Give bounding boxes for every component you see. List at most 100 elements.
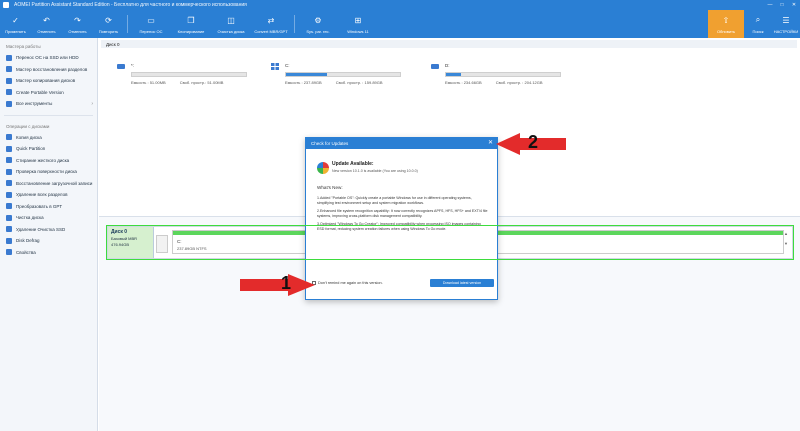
sidebar-item-rebuild-mbr[interactable]: Восстановление загрузочной записи xyxy=(0,178,97,190)
free-space-text: Своб. простр.: 51.00MB xyxy=(179,80,224,85)
search-button[interactable]: ⌕ Поиск xyxy=(744,10,772,38)
wipe-disk-button[interactable]: ◫ Очистка диска xyxy=(211,10,251,38)
usage-fill xyxy=(286,73,328,76)
windows-icon: ⊞ xyxy=(354,15,362,25)
sidebar-item-disk-copy-wizard[interactable]: Мастер копирования дисков xyxy=(0,75,97,87)
reserved-partition-block[interactable] xyxy=(156,235,168,253)
rebuild-mbr-icon xyxy=(6,180,12,187)
capacity-text: Емкость : 51.00MB xyxy=(131,80,166,85)
disk-label[interactable]: Диск 0 Базовый MBR 476.94GB xyxy=(108,227,154,258)
partition-info: Емкость : 237.89GB Своб. простр. : 159.89… xyxy=(285,80,383,85)
dialog-close-icon[interactable]: ✕ xyxy=(488,139,493,146)
sidebar-item-partition-recovery[interactable]: Мастер восстановления разделов xyxy=(0,64,97,76)
quick-partition-icon xyxy=(6,145,12,152)
sidebar-item-copy-disk[interactable]: Копия диска xyxy=(0,132,97,144)
disk-size: 476.94GB xyxy=(111,242,130,247)
undo-button[interactable]: ↶ Отменить xyxy=(31,10,62,38)
upgrade-button[interactable]: ⇧ Обновить xyxy=(708,10,744,38)
surface-test-icon xyxy=(6,168,12,175)
window-controls: — □ ✕ xyxy=(764,0,800,10)
update-heading: Update Available: xyxy=(332,161,374,167)
window-title: AOMEI Partition Assistant Standard Editi… xyxy=(14,2,247,8)
sidebar-item-portable-version[interactable]: Create Portable Version xyxy=(0,87,97,99)
release-notes: 1.Added "Portable OS": Quickly create a … xyxy=(317,196,489,236)
sidebar-item-surface-test[interactable]: Проверка поверхности диска xyxy=(0,166,97,178)
version-text: New version 10.1.0 is available (You are… xyxy=(332,169,418,173)
undo-icon: ↶ xyxy=(43,15,50,25)
sidebar-item-disk-cleanup[interactable]: Чистка диска xyxy=(0,212,97,224)
tools-button[interactable]: ⚙ Sys. par. rec. xyxy=(298,10,338,38)
dont-remind-checkbox[interactable]: Don't remind me again on this version. xyxy=(312,281,383,285)
menu-icon: ☰ xyxy=(782,15,790,25)
properties-icon xyxy=(6,249,12,256)
disk-tab[interactable]: Диск 0 xyxy=(101,40,797,48)
scroll-down-icon[interactable]: ▼ xyxy=(784,241,788,246)
sidebar-item-all-tools[interactable]: Все инструменты › xyxy=(0,98,97,110)
minimize-button[interactable]: — xyxy=(764,0,776,10)
update-dialog: Check for Updates ✕ Update Available: Ne… xyxy=(305,137,498,300)
annotation-badge-2: 2 xyxy=(528,132,539,152)
title-bar: AOMEI Partition Assistant Standard Editi… xyxy=(0,0,800,10)
disk-type: Базовый MBR xyxy=(111,236,138,241)
delete-icon xyxy=(6,191,12,198)
capacity-text: Емкость : 234.66GB xyxy=(445,80,482,85)
chevron-right-icon: › xyxy=(91,100,93,107)
sidebar-divider xyxy=(4,114,93,116)
convert-mbr-gpt-button[interactable]: ⇄ Convert MBR/GPT xyxy=(251,10,291,38)
windows-drive-icon xyxy=(271,63,279,70)
partition-label: D: xyxy=(445,63,450,68)
partition-block-label: C: xyxy=(177,239,182,244)
sidebar-item-migrate-os[interactable]: Перенос ОС на SSD или HDD xyxy=(0,52,97,64)
wipe-icon xyxy=(6,157,12,164)
whats-new-heading: What's New: xyxy=(317,185,343,190)
partition-info: Емкость : 51.00MB Своб. простр.: 51.00MB xyxy=(131,80,223,85)
sidebar-item-wipe-disk[interactable]: Стирание жесткого диска xyxy=(0,155,97,167)
sidebar-item-delete-all-partitions[interactable]: Удаление всех разделов xyxy=(0,189,97,201)
cleanup-icon xyxy=(6,214,12,221)
ssd-erase-icon xyxy=(6,226,12,233)
refresh-button[interactable]: ⟳ Повторить xyxy=(93,10,124,38)
annotation-arrow-1 xyxy=(240,274,315,296)
discard-button[interactable]: ↷ Отменить xyxy=(62,10,93,38)
main-toolbar: ✓ Применить ↶ Отменить ↷ Отменить ⟳ Повторит… xyxy=(0,10,800,38)
convert-icon: ⇄ xyxy=(267,15,275,25)
portable-icon xyxy=(6,89,12,96)
release-note: 1.Added "Portable OS": Quickly create a … xyxy=(317,196,472,205)
sidebar-item-quick-partition[interactable]: Quick Partition xyxy=(0,143,97,155)
sidebar-item-disk-defrag[interactable]: Disk Defrag xyxy=(0,235,97,247)
scroll-up-icon[interactable]: ▲ xyxy=(784,231,788,236)
sidebar-item-convert-gpt[interactable]: Преобразовать в GPT xyxy=(0,201,97,213)
refresh-icon: ⟳ xyxy=(105,15,112,25)
sidebar-item-properties[interactable]: Свойства xyxy=(0,247,97,259)
free-space-text: Своб. простр. : 159.89GB xyxy=(335,80,383,85)
free-space-text: Своб. простр. : 204.12GB xyxy=(495,80,543,85)
migrate-os-button[interactable]: ▭ Перенос ОС xyxy=(131,10,171,38)
capacity-text: Емкость : 237.89GB xyxy=(285,80,322,85)
aomei-logo-icon xyxy=(317,162,329,174)
grid-icon xyxy=(6,100,12,107)
settings-menu-button[interactable]: ☰ НАСТРОЙКИ xyxy=(772,10,800,38)
operations-group: Операции с дисками Копия диска Quick Par… xyxy=(0,118,97,262)
copy-icon xyxy=(6,77,12,84)
copy-disk-icon xyxy=(6,134,12,141)
toolbar-divider xyxy=(294,15,295,33)
usage-fill xyxy=(446,73,461,76)
sidebar-item-ssd-secure-erase[interactable]: Удаление Очистка SSD xyxy=(0,224,97,236)
partition-card[interactable]: D: Емкость : 234.66GB Своб. простр. : 204… xyxy=(431,62,561,90)
upgrade-icon: ⇧ xyxy=(722,15,730,25)
partition-card[interactable]: *: Емкость : 51.00MB Своб. простр.: 51.00… xyxy=(117,62,247,90)
partition-card[interactable]: C: Емкость : 237.89GB Своб. простр. : 159… xyxy=(271,62,401,90)
defrag-icon xyxy=(6,237,12,244)
windows-11-button[interactable]: ⊞ Windows 11 xyxy=(338,10,378,38)
app-logo-icon xyxy=(3,2,9,8)
search-icon: ⌕ xyxy=(755,15,761,24)
apply-button[interactable]: ✓ Применить xyxy=(0,10,31,38)
release-note: 3.Optimized "Windows To Go Creator": Imp… xyxy=(317,222,481,231)
clone-button[interactable]: ❐ Клонирование xyxy=(171,10,211,38)
close-window-button[interactable]: ✕ xyxy=(788,0,800,10)
dont-remind-label: Don't remind me again on this version. xyxy=(318,281,383,285)
top-bar: AOMEI Partition Assistant Standard Editi… xyxy=(0,0,800,38)
maximize-button[interactable]: □ xyxy=(776,0,788,10)
operations-header: Операции с дисками xyxy=(6,123,50,129)
download-latest-button[interactable]: Download latest version xyxy=(430,279,494,287)
